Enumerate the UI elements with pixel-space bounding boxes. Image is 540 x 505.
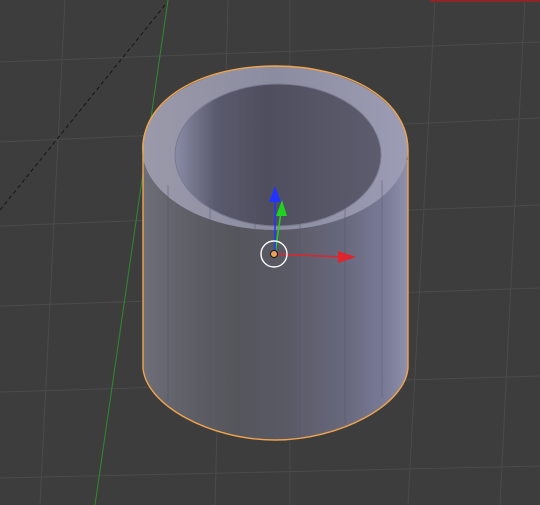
viewport-canvas[interactable]: [0, 0, 540, 505]
camera-frustum-dashed-line: [0, 4, 166, 211]
object-origin-icon[interactable]: [270, 250, 278, 258]
cylinder-inner-hole: [175, 84, 381, 226]
3d-viewport[interactable]: [0, 0, 540, 505]
